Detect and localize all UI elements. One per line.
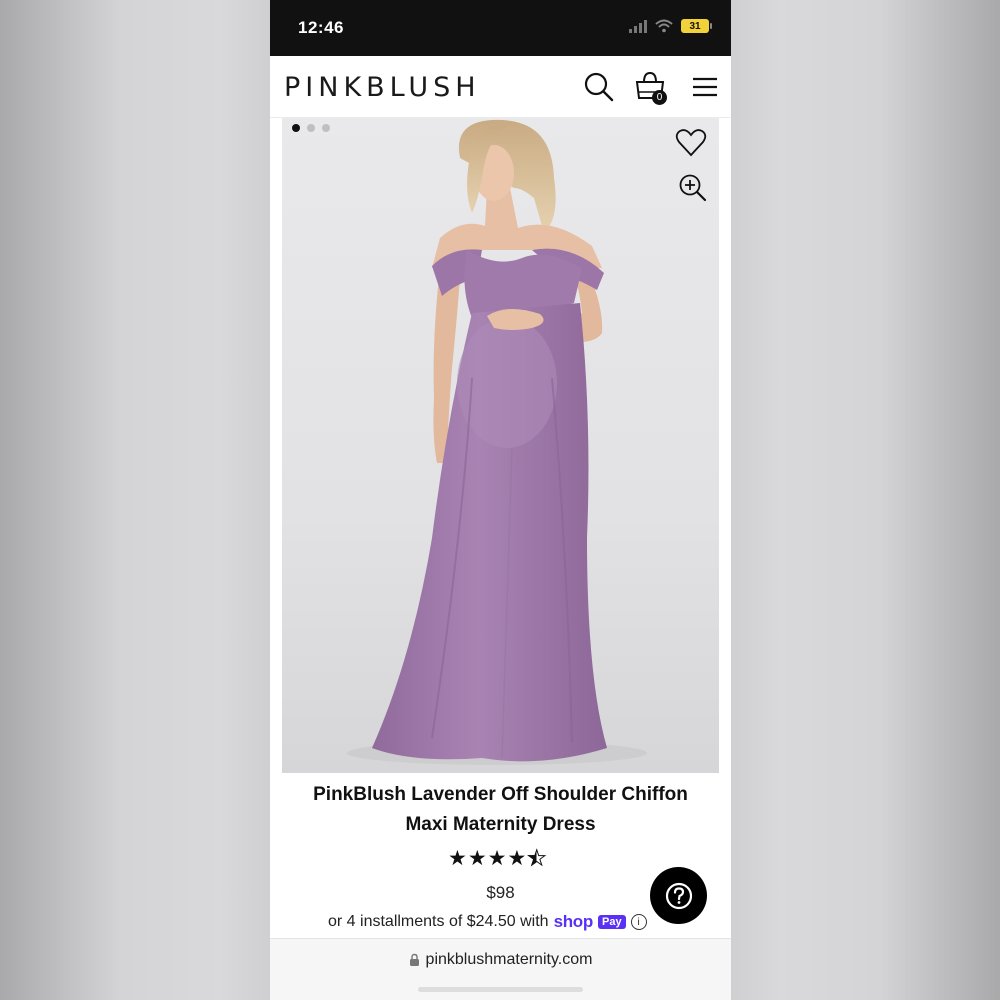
carousel-dot[interactable] (307, 124, 315, 132)
shop-pay-badge: Pay (597, 915, 626, 929)
help-button[interactable] (650, 867, 707, 924)
model-in-lavender-dress-image (347, 119, 647, 765)
installments-text: or 4 installments of $24.50 with (328, 913, 549, 930)
signal-icon (629, 19, 647, 33)
phone-screen: 12:46 31 PINKBLUSH 0 PinkBlush Lavender … (270, 0, 731, 1000)
brand-logo[interactable]: PINKBLUSH (284, 72, 481, 103)
search-icon[interactable] (582, 70, 616, 104)
installments-info: or 4 installments of $24.50 with shop Pa… (328, 912, 647, 932)
battery-icon: 31 (681, 19, 712, 33)
carousel-dot[interactable] (292, 124, 300, 132)
carousel-dots[interactable] (292, 124, 330, 132)
url-display[interactable]: pinkblushmaternity.com (270, 951, 731, 969)
browser-url-bar[interactable]: pinkblushmaternity.com (270, 938, 731, 1000)
zoom-in-icon[interactable] (677, 172, 709, 204)
battery-level: 31 (689, 20, 701, 32)
site-header: PINKBLUSH 0 (270, 56, 731, 118)
info-icon[interactable]: i (630, 914, 647, 930)
star-full-icon: ★ (507, 847, 527, 870)
cart-count-badge: 0 (652, 90, 667, 105)
status-icons: 31 (629, 19, 712, 33)
star-full-icon: ★ (487, 847, 507, 870)
lock-icon (409, 953, 419, 966)
status-time: 12:46 (298, 18, 344, 37)
wifi-icon (655, 19, 673, 33)
hamburger-menu-icon[interactable] (688, 70, 722, 104)
shopping-bag-icon[interactable]: 0 (633, 70, 667, 105)
question-mark-icon (665, 882, 692, 909)
star-full-icon: ★ (467, 847, 487, 870)
status-bar: 12:46 31 (270, 0, 731, 56)
product-title: PinkBlush Lavender Off Shoulder Chiffon … (313, 784, 688, 835)
shop-pay-logo: shop (553, 912, 594, 931)
home-indicator (418, 987, 583, 992)
carousel-dot[interactable] (322, 124, 330, 132)
url-text: pinkblushmaternity.com (425, 951, 593, 968)
star-rating[interactable]: ★ ★ ★ ★ ★ (448, 847, 547, 870)
star-half-icon: ★ (527, 847, 547, 870)
heart-icon[interactable] (675, 127, 707, 159)
star-full-icon: ★ (448, 847, 467, 870)
product-image[interactable] (282, 118, 719, 773)
